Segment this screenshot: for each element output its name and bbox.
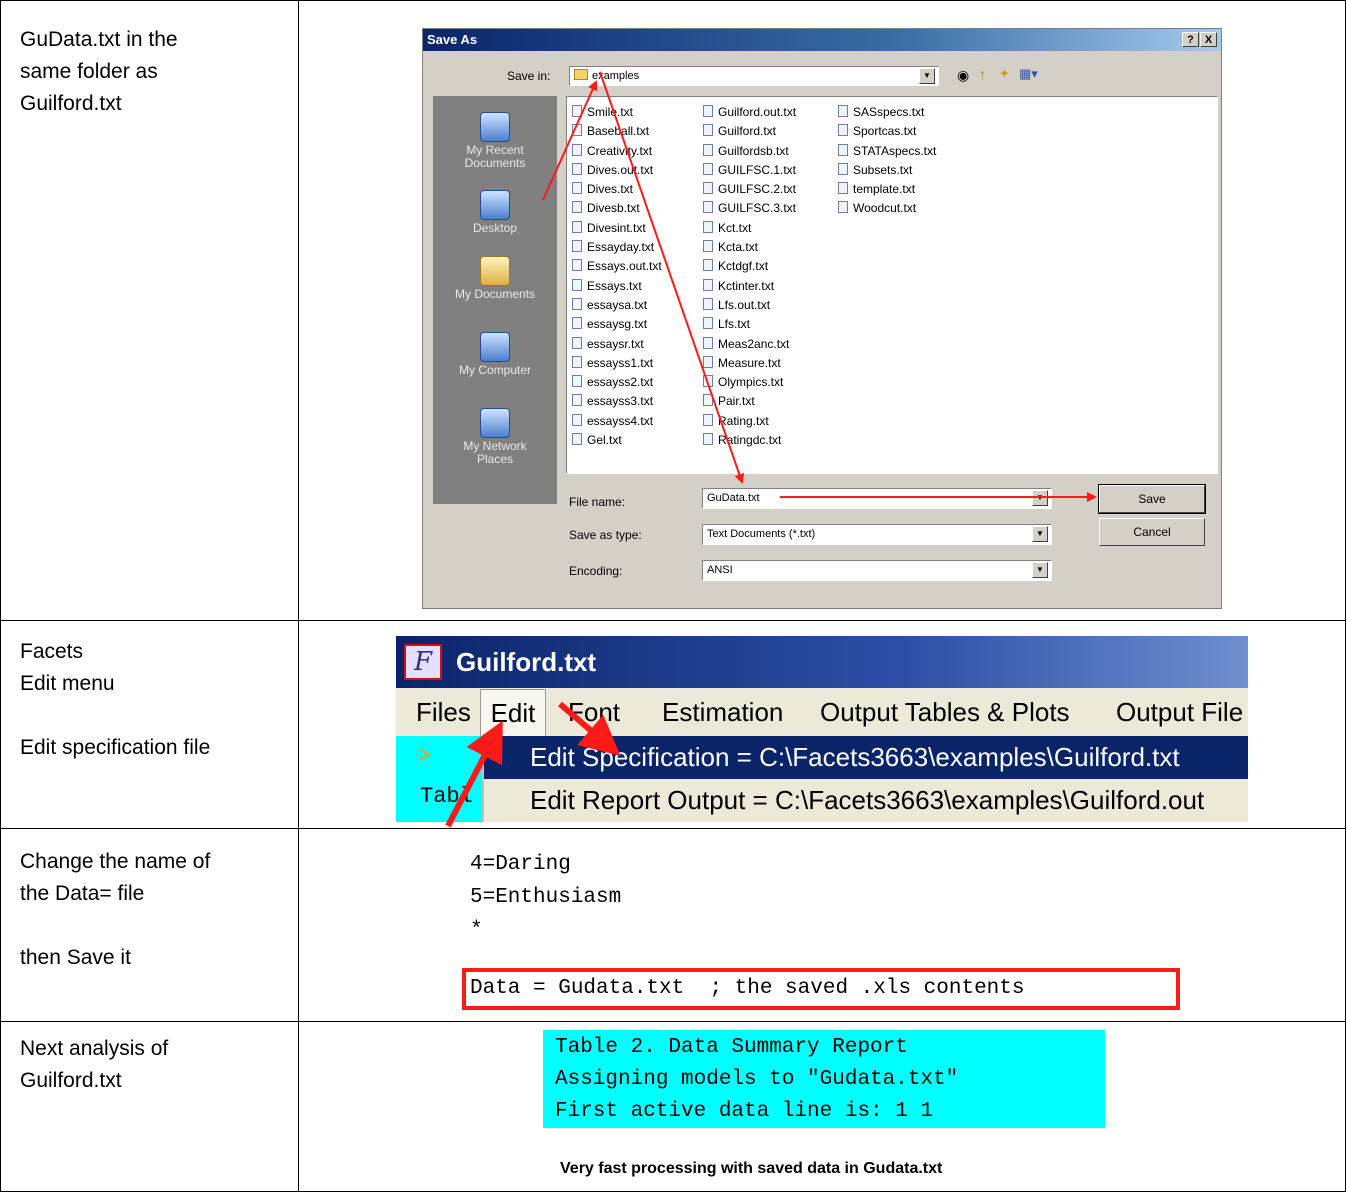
arrow-to-edit-specification [558,701,621,756]
annotation-arrows [445,71,1097,828]
arrow-to-file-name [599,71,745,484]
arrow-to-save-in [542,80,598,201]
arrow-to-edit-menu [445,720,503,828]
